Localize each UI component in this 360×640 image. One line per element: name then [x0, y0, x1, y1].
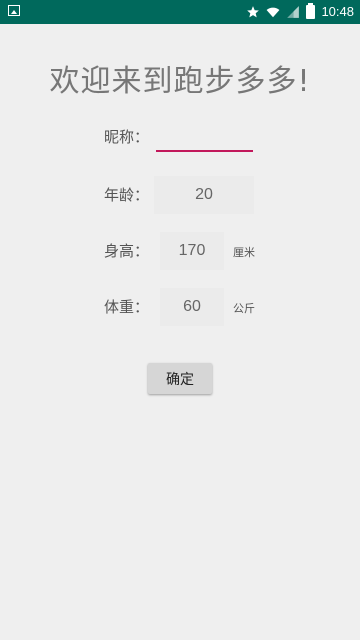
app-screen: 10:48 欢迎来到跑步多多! 昵称： 年龄： 身高： 厘米 体重： 公斤 确定	[0, 0, 360, 640]
status-bar: 10:48	[0, 0, 360, 24]
image-notification-icon	[8, 5, 20, 16]
signal-icon	[287, 6, 300, 18]
nickname-label: 昵称：	[104, 128, 150, 146]
nickname-input[interactable]	[156, 126, 253, 152]
star-icon	[247, 6, 260, 18]
status-time: 10:48	[321, 4, 354, 19]
age-input[interactable]	[154, 176, 254, 214]
confirm-button[interactable]: 确定	[148, 363, 212, 394]
status-icons: 10:48	[246, 3, 354, 21]
page-title: 欢迎来到跑步多多!	[49, 64, 311, 99]
height-input[interactable]	[160, 232, 224, 270]
battery-charging-icon	[306, 3, 316, 19]
age-label: 年龄：	[104, 186, 150, 204]
weight-unit: 公斤	[233, 302, 255, 315]
wifi-icon	[267, 7, 280, 18]
weight-label: 体重：	[104, 298, 150, 316]
height-unit: 厘米	[233, 246, 255, 259]
weight-input[interactable]	[160, 288, 224, 326]
height-label: 身高：	[104, 242, 150, 260]
